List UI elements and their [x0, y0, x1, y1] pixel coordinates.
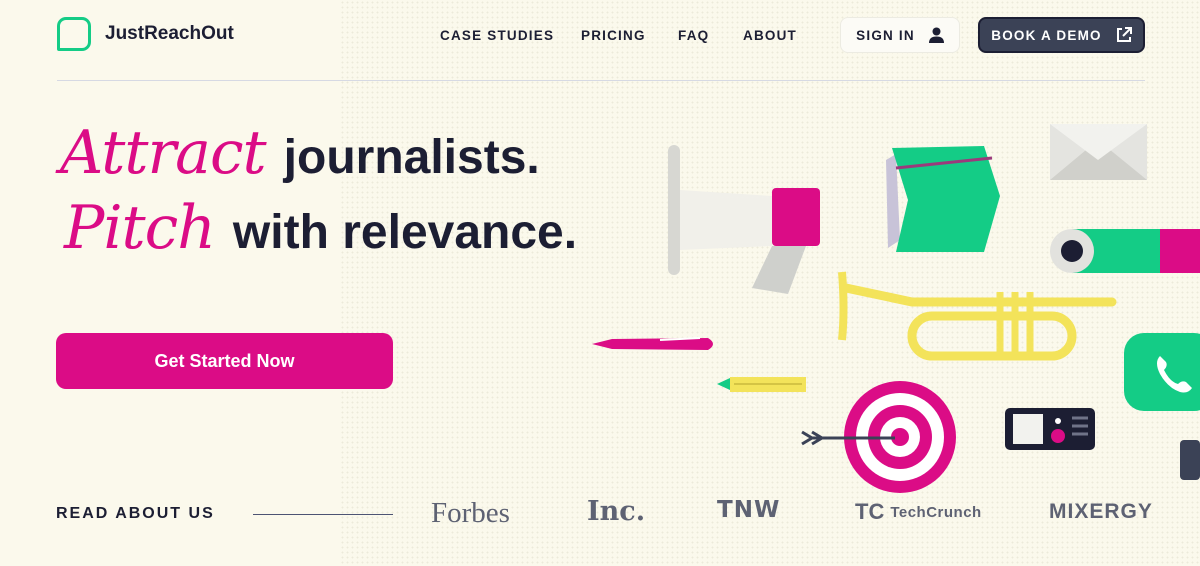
chat-bubble-icon — [57, 17, 91, 51]
book-demo-button[interactable]: BOOK A DEMO — [978, 17, 1145, 53]
brand-name: JustReachOut — [105, 23, 234, 44]
sign-in-label: SIGN IN — [856, 27, 915, 43]
nav-faq[interactable]: FAQ — [678, 28, 709, 43]
megaphone-icon — [668, 145, 820, 294]
headline-script-pitch: Pitch — [64, 193, 216, 263]
notebook-edge-icon — [1180, 440, 1200, 480]
headline-line-2: Pitch with relevance. — [64, 193, 577, 263]
user-icon — [928, 27, 944, 43]
headline-bold-journalists: journalists. — [283, 131, 540, 184]
nav-about[interactable]: ABOUT — [743, 28, 797, 43]
headline-script-attract: Attract — [60, 118, 267, 188]
read-about-us-label: READ ABOUT US — [56, 505, 215, 522]
mixergy-logo[interactable]: MIXERGY — [1049, 500, 1153, 524]
tnw-logo[interactable]: TNW — [717, 497, 780, 523]
target-icon — [801, 381, 956, 493]
headline-bold-relevance: with relevance. — [232, 206, 578, 259]
envelope-icon — [1050, 124, 1147, 180]
headline-line-1: Attract journalists. — [60, 118, 540, 188]
book-demo-label: BOOK A DEMO — [991, 27, 1102, 43]
techcrunch-mark: TC — [855, 499, 885, 524]
phone-icon — [1124, 333, 1200, 411]
get-started-button[interactable]: Get Started Now — [56, 333, 393, 389]
techcrunch-logo[interactable]: TC TechCrunch — [855, 499, 982, 525]
external-link-icon — [1116, 27, 1132, 42]
recorder-icon — [1005, 408, 1095, 450]
press-divider — [253, 514, 393, 515]
scroll-icon — [1050, 229, 1200, 273]
hero-illustration — [592, 124, 1200, 493]
nav-case-studies[interactable]: CASE STUDIES — [440, 28, 554, 43]
forbes-logo[interactable]: Forbes — [431, 497, 510, 530]
inc-logo[interactable]: Inc. — [587, 496, 645, 527]
logo[interactable]: JustReachOut — [57, 17, 234, 51]
header-divider — [57, 80, 1145, 81]
pen-icon — [592, 337, 713, 350]
techcrunch-wordmark: TechCrunch — [890, 503, 982, 521]
pencil-icon — [717, 377, 806, 392]
sign-in-button[interactable]: SIGN IN — [840, 17, 960, 53]
nav-pricing[interactable]: PRICING — [581, 28, 646, 43]
book-icon — [886, 146, 1000, 252]
trumpet-icon — [838, 271, 1117, 361]
